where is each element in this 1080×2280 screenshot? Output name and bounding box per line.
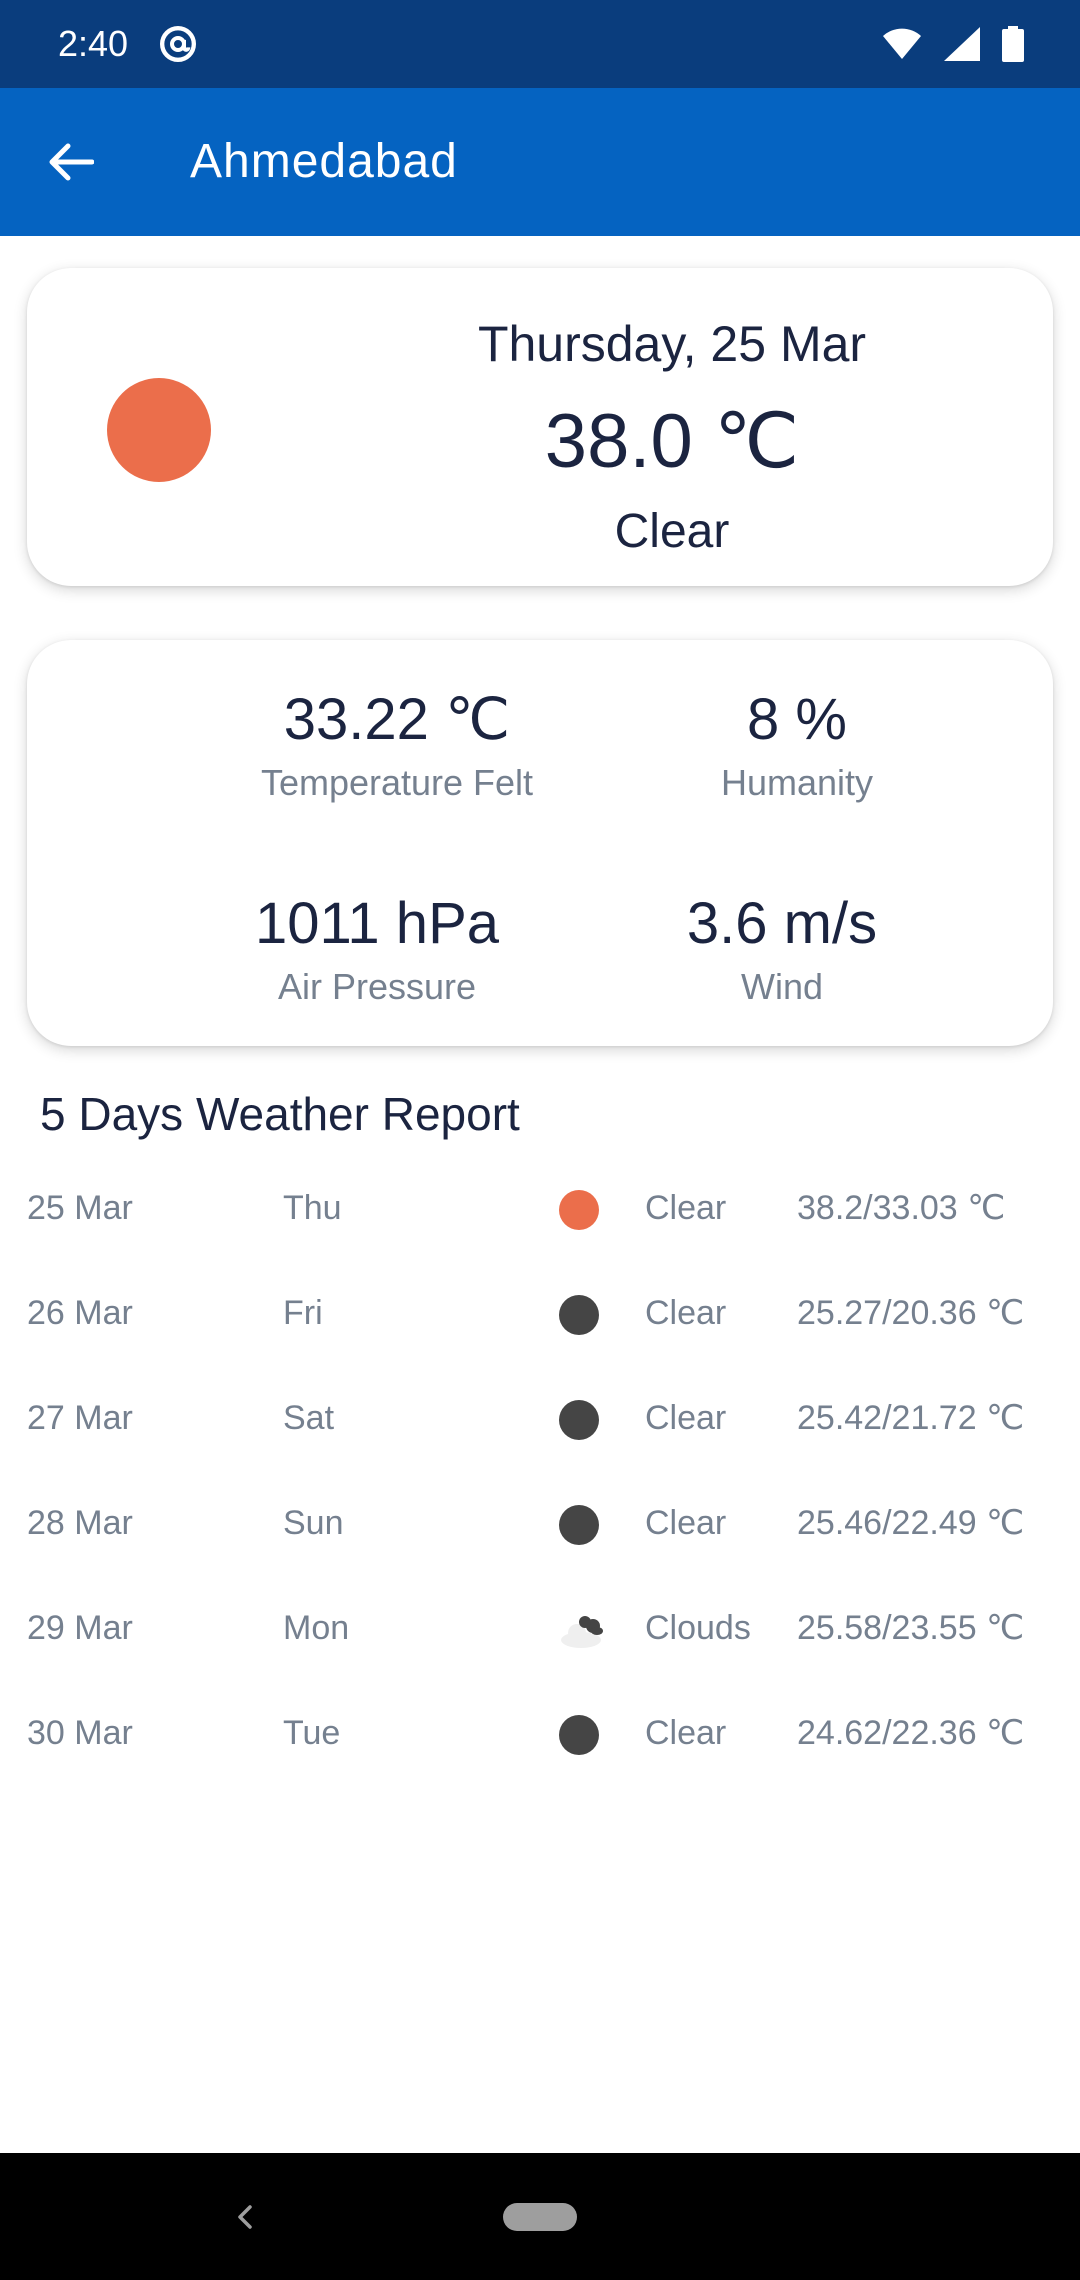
system-nav-bar [0,2153,1080,2280]
wind-label: Wind [740,966,824,1007]
forecast-condition: Clear [645,1294,727,1332]
arrow-left-icon [49,143,94,181]
sun-icon [107,378,211,482]
air-pressure-label: Air Pressure [277,966,477,1007]
forecast-temperature: 25.42/21.72 ℃ [797,1399,1025,1437]
forecast-day: Mon [283,1609,350,1647]
clouds-icon [561,1616,603,1648]
temperature-felt-stat: 33.22 ℃ Temperature Felt [207,684,587,806]
temperature-felt-value: 33.22 ℃ [283,687,511,752]
battery-icon [1002,26,1024,62]
forecast-temperature: 38.2/33.03 ℃ [797,1189,1006,1227]
weather-details-card: 33.22 ℃ Temperature Felt 8 % Humanity 10… [27,640,1053,1046]
forecast-row[interactable]: 28 Mar Sun Clear 25.46/22.49 ℃ [0,1471,1080,1576]
forecast-temperature: 25.58/23.55 ℃ [797,1609,1025,1647]
wind-value: 3.6 m/s [686,891,878,956]
moon-icon [558,1714,600,1756]
forecast-row[interactable]: 27 Mar Sat Clear 25.42/21.72 ℃ [0,1366,1080,1471]
forecast-condition: Clouds [645,1609,751,1647]
moon-icon [558,1294,600,1336]
forecast-temperature: 25.27/20.36 ℃ [797,1294,1025,1332]
current-condition: Clear [614,505,730,558]
current-date: Thursday, 25 Mar [477,316,867,372]
forecast-date: 25 Mar [27,1189,133,1227]
forecast-condition: Clear [645,1399,727,1437]
page-title: Ahmedabad [190,135,458,188]
forecast-day: Sat [283,1399,335,1437]
forecast-title: 5 Days Weather Report [40,1088,520,1140]
status-bar: 2:40 [0,0,1080,88]
temperature-felt-label: Temperature Felt [260,762,534,803]
forecast-row[interactable]: 26 Mar Fri Clear 25.27/20.36 ℃ [0,1261,1080,1366]
moon-icon [558,1399,600,1441]
sun-icon [558,1189,600,1231]
forecast-row[interactable]: 25 Mar Thu Clear 38.2/33.03 ℃ [0,1156,1080,1261]
humidity-label: Humanity [720,762,874,803]
moon-icon [558,1504,600,1546]
air-pressure-value: 1011 hPa [254,891,500,956]
forecast-date: 28 Mar [27,1504,133,1542]
forecast-condition: Clear [645,1504,727,1542]
wifi-icon [883,28,921,59]
cellular-signal-icon [944,27,980,61]
forecast-condition: Clear [645,1714,727,1752]
forecast-list: 25 Mar Thu Clear 38.2/33.03 ℃ 26 Mar Fri… [0,1156,1080,1786]
forecast-temperature: 25.46/22.49 ℃ [797,1504,1025,1542]
humidity-stat: 8 % Humanity [607,684,987,806]
forecast-date: 26 Mar [27,1294,133,1332]
forecast-day: Thu [283,1189,342,1227]
forecast-day: Fri [283,1294,323,1332]
status-time: 2:40 [58,23,129,64]
forecast-row[interactable]: 30 Mar Tue Clear 24.62/22.36 ℃ [0,1681,1080,1786]
back-button[interactable] [36,124,106,200]
at-sign-icon [160,26,196,62]
wind-stat: 3.6 m/s Wind [592,888,972,1010]
status-icons [882,24,1024,64]
app-bar: Ahmedabad [0,88,1080,236]
current-weather-card: Thursday, 25 Mar 38.0 ℃ Clear [27,268,1053,586]
forecast-temperature: 24.62/22.36 ℃ [797,1714,1025,1752]
nav-home-pill-icon[interactable] [503,2203,577,2231]
forecast-date: 30 Mar [27,1714,133,1752]
forecast-date: 29 Mar [27,1609,133,1647]
forecast-date: 27 Mar [27,1399,133,1437]
forecast-day: Sun [283,1504,344,1542]
forecast-row[interactable]: 29 Mar Mon Clouds 25.58/23.55 ℃ [0,1576,1080,1681]
current-temperature: 38.0 ℃ [544,399,800,484]
forecast-day: Tue [283,1714,341,1752]
air-pressure-stat: 1011 hPa Air Pressure [187,888,567,1010]
nav-back-icon[interactable] [230,2197,260,2237]
forecast-condition: Clear [645,1189,727,1227]
humidity-value: 8 % [747,687,847,752]
